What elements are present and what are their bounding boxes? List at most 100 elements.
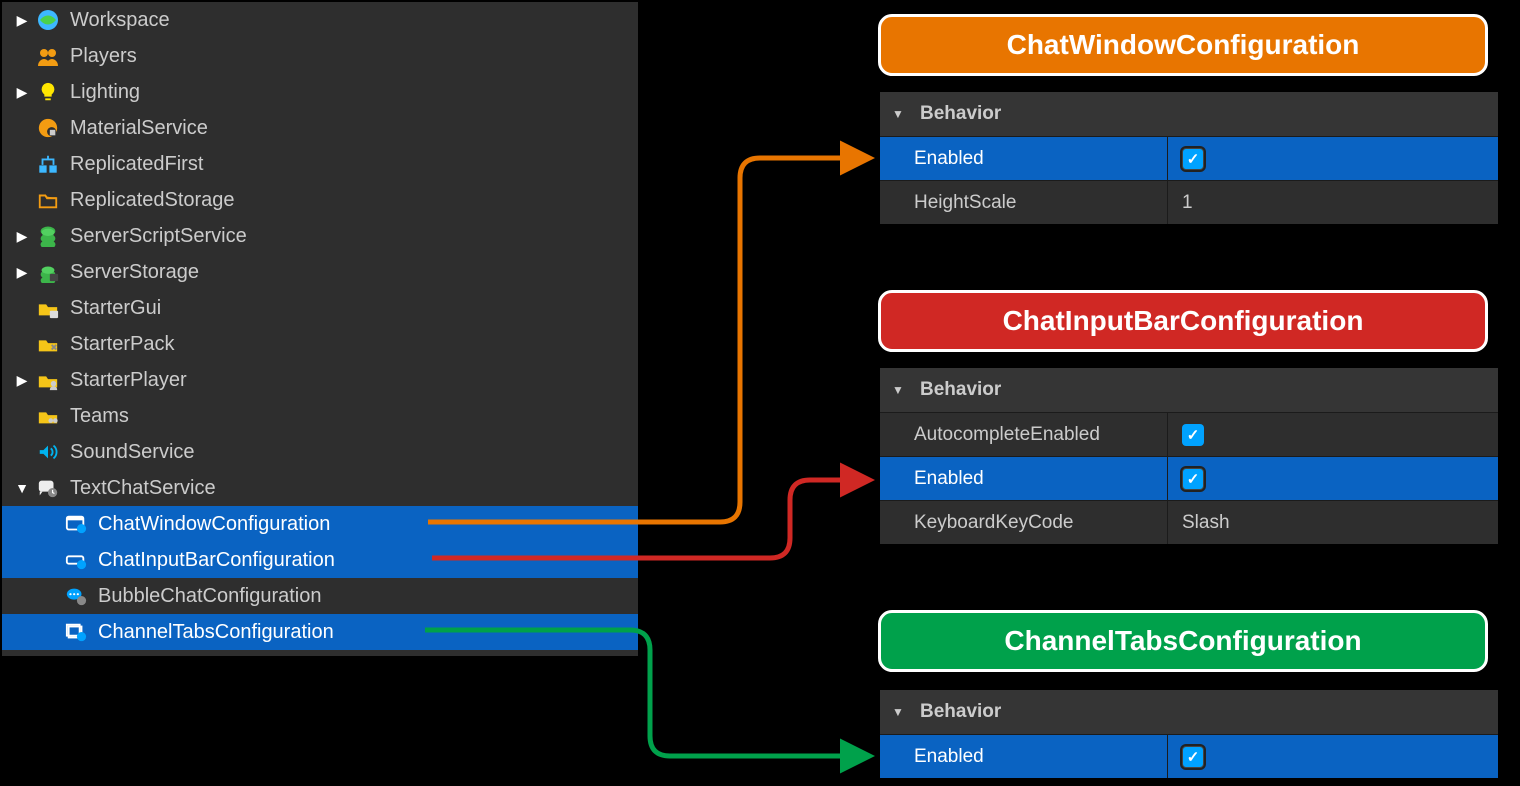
starterpack-icon — [34, 330, 62, 358]
prop-val[interactable]: Slash — [1168, 501, 1498, 544]
tree-item-startergui[interactable]: StarterGui — [2, 290, 638, 326]
tree-label: BubbleChatConfiguration — [98, 585, 322, 608]
explorer-panel: ▶ Workspace Players ▶ Lighting MaterialS… — [2, 2, 638, 656]
prop-val[interactable]: ✓ — [1168, 413, 1498, 456]
expand-arrow-icon[interactable]: ▶ — [12, 370, 32, 390]
workspace-icon — [34, 6, 62, 34]
tree-item-textchatservice[interactable]: ▼ TextChatService — [2, 470, 638, 506]
serverstorage-icon — [34, 258, 62, 286]
properties-channeltabs: ▼ Behavior Enabled ✓ — [880, 690, 1498, 778]
tree-item-materialservice[interactable]: MaterialService — [2, 110, 638, 146]
expand-arrow-icon[interactable]: ▶ — [12, 10, 32, 30]
prop-key: AutocompleteEnabled — [880, 413, 1168, 456]
prop-row-enabled[interactable]: Enabled ✓ — [880, 136, 1498, 180]
prop-section-label: Behavior — [920, 103, 1001, 125]
config-icon — [62, 618, 90, 646]
tree-item-players[interactable]: Players — [2, 38, 638, 74]
config-icon — [62, 546, 90, 574]
tree-label: StarterPack — [70, 333, 174, 356]
tree-label: StarterPlayer — [70, 369, 187, 392]
prop-section-header[interactable]: ▼ Behavior — [880, 690, 1498, 734]
prop-row-enabled[interactable]: Enabled ✓ — [880, 734, 1498, 778]
tree-item-workspace[interactable]: ▶ Workspace — [2, 2, 638, 38]
tree-item-chatwindowconfig[interactable]: ChatWindowConfiguration — [2, 506, 638, 542]
tree-item-starterpack[interactable]: StarterPack — [2, 326, 638, 362]
tree-item-starterplayer[interactable]: ▶ StarterPlayer — [2, 362, 638, 398]
collapse-arrow-icon[interactable]: ▼ — [892, 705, 910, 719]
expand-arrow-icon[interactable]: ▼ — [12, 478, 32, 498]
tree-label: ChatWindowConfiguration — [98, 513, 330, 536]
collapse-arrow-icon[interactable]: ▼ — [892, 383, 910, 397]
callout-chatwindow: ChatWindowConfiguration — [878, 14, 1488, 76]
callout-channeltabs: ChannelTabsConfiguration — [878, 610, 1488, 672]
players-icon — [34, 42, 62, 70]
starterplayer-icon — [34, 366, 62, 394]
config-icon — [62, 510, 90, 538]
tree-item-lighting[interactable]: ▶ Lighting — [2, 74, 638, 110]
prop-key: KeyboardKeyCode — [880, 501, 1168, 544]
tree-label: Players — [70, 45, 137, 68]
checkbox-icon[interactable]: ✓ — [1182, 468, 1204, 490]
prop-val[interactable]: ✓ — [1168, 457, 1498, 500]
config-icon — [62, 582, 90, 610]
prop-row-heightscale[interactable]: HeightScale 1 — [880, 180, 1498, 224]
checkbox-icon[interactable]: ✓ — [1182, 746, 1204, 768]
tree-item-soundservice[interactable]: SoundService — [2, 434, 638, 470]
prop-row-keycode[interactable]: KeyboardKeyCode Slash — [880, 500, 1498, 544]
properties-chatinput: ▼ Behavior AutocompleteEnabled ✓ Enabled… — [880, 368, 1498, 544]
checkbox-icon[interactable]: ✓ — [1182, 424, 1204, 446]
prop-row-enabled[interactable]: Enabled ✓ — [880, 456, 1498, 500]
tree-item-bubblechatconfig[interactable]: BubbleChatConfiguration — [2, 578, 638, 614]
tree-item-replicatedfirst[interactable]: ReplicatedFirst — [2, 146, 638, 182]
tree-item-channeltabsconfig[interactable]: ChannelTabsConfiguration — [2, 614, 638, 650]
replicatedfirst-icon — [34, 150, 62, 178]
textchat-icon — [34, 474, 62, 502]
expand-spacer — [12, 442, 32, 462]
expand-spacer — [12, 334, 32, 354]
checkbox-icon[interactable]: ✓ — [1182, 148, 1204, 170]
prop-val[interactable]: 1 — [1168, 181, 1498, 224]
expand-arrow-icon[interactable]: ▶ — [12, 226, 32, 246]
prop-val[interactable]: ✓ — [1168, 735, 1498, 778]
prop-key: HeightScale — [880, 181, 1168, 224]
tree-label: ReplicatedFirst — [70, 153, 203, 176]
lighting-icon — [34, 78, 62, 106]
tree-label: ServerStorage — [70, 261, 199, 284]
expand-arrow-icon[interactable]: ▶ — [12, 262, 32, 282]
tree-item-chatinputbarconfig[interactable]: ChatInputBarConfiguration — [2, 542, 638, 578]
expand-arrow-icon[interactable]: ▶ — [12, 82, 32, 102]
prop-section-header[interactable]: ▼ Behavior — [880, 368, 1498, 412]
tree-item-serverstorage[interactable]: ▶ ServerStorage — [2, 254, 638, 290]
tree-label: Teams — [70, 405, 129, 428]
collapse-arrow-icon[interactable]: ▼ — [892, 107, 910, 121]
tree-item-replicatedstorage[interactable]: ReplicatedStorage — [2, 182, 638, 218]
replicatedstorage-icon — [34, 186, 62, 214]
startergui-icon — [34, 294, 62, 322]
expand-spacer — [12, 298, 32, 318]
tree-label: ServerScriptService — [70, 225, 247, 248]
tree-label: SoundService — [70, 441, 195, 464]
tree-label: StarterGui — [70, 297, 161, 320]
tree-label: ChannelTabsConfiguration — [98, 621, 334, 644]
tree-item-serverscriptservice[interactable]: ▶ ServerScriptService — [2, 218, 638, 254]
tree-label: Lighting — [70, 81, 140, 104]
prop-val[interactable]: ✓ — [1168, 137, 1498, 180]
expand-spacer — [12, 154, 32, 174]
prop-key: Enabled — [880, 457, 1168, 500]
properties-chatwindow: ▼ Behavior Enabled ✓ HeightScale 1 — [880, 92, 1498, 224]
callout-chatinput: ChatInputBarConfiguration — [878, 290, 1488, 352]
expand-spacer — [12, 118, 32, 138]
tree-label: Workspace — [70, 9, 170, 32]
prop-section-header[interactable]: ▼ Behavior — [880, 92, 1498, 136]
teams-icon — [34, 402, 62, 430]
tree-label: ChatInputBarConfiguration — [98, 549, 335, 572]
tree-label: ReplicatedStorage — [70, 189, 235, 212]
tree-label: MaterialService — [70, 117, 208, 140]
expand-spacer — [12, 46, 32, 66]
expand-spacer — [12, 190, 32, 210]
tree-item-teams[interactable]: Teams — [2, 398, 638, 434]
prop-key: Enabled — [880, 735, 1168, 778]
sound-icon — [34, 438, 62, 466]
prop-row-autocomplete[interactable]: AutocompleteEnabled ✓ — [880, 412, 1498, 456]
prop-key: Enabled — [880, 137, 1168, 180]
